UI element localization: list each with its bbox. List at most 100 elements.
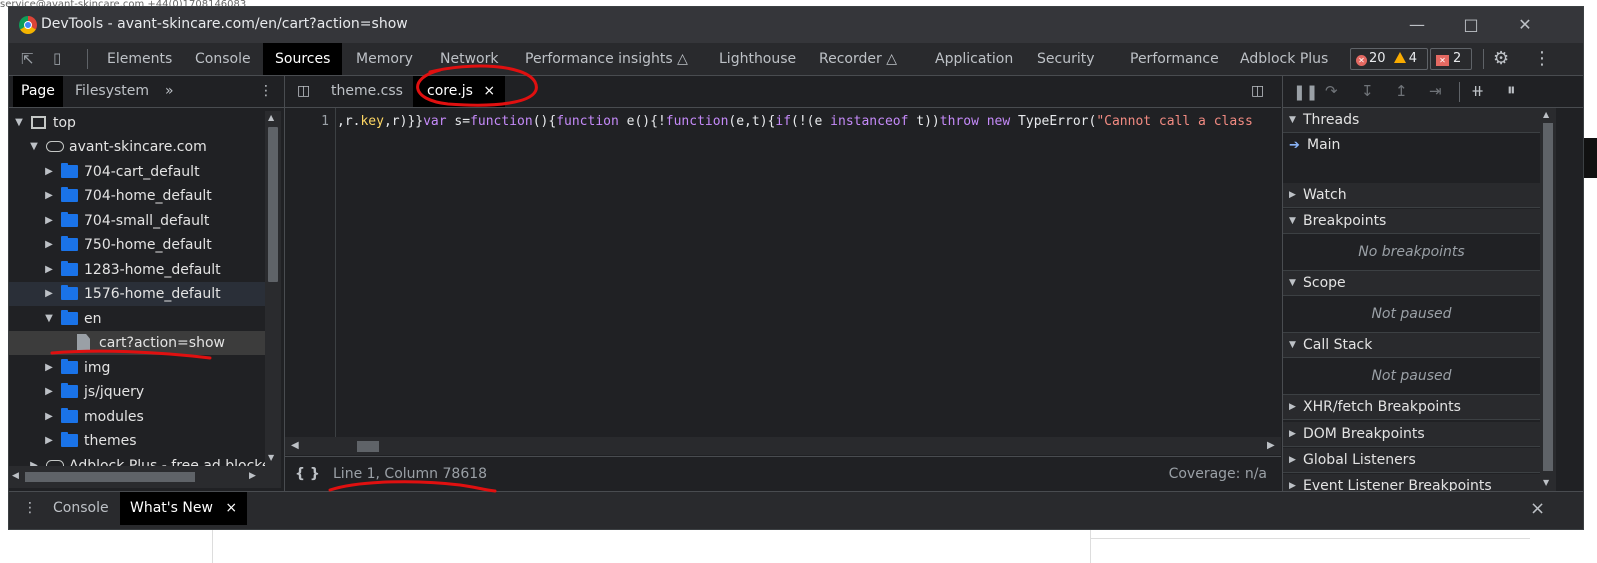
collapsed-arrow-icon[interactable]: ▶ [44,258,54,282]
collapsed-arrow-icon[interactable]: ▶ [44,282,54,306]
navigator-horizontal-scrollbar[interactable]: ◀ ▶ [9,466,281,488]
navigator-menu-icon[interactable]: ⋮ [259,76,273,107]
tab-security[interactable]: Security [1037,43,1095,75]
maximize-button[interactable]: □ [1459,13,1483,37]
collapsed-arrow-icon[interactable]: ▶ [44,356,54,380]
expanded-arrow-icon[interactable]: ▼ [44,307,54,331]
close-tab-icon[interactable]: × [483,83,495,99]
close-drawer-icon[interactable]: × [1530,492,1545,525]
thread-main[interactable]: ➔ Main [1283,133,1540,158]
tree-item-file-selected[interactable]: cart?action=show [9,331,265,355]
collapsed-arrow-icon[interactable]: ▶ [44,209,54,233]
navigator-vertical-scrollbar[interactable]: ▲ ▼ [265,111,281,466]
inspect-element-icon[interactable]: ⇱ [21,50,34,68]
more-tabs-icon[interactable]: » [165,76,174,107]
tab-page[interactable]: Page [13,76,63,107]
code-line[interactable]: ,r.key,r)}}var s=function(){function e()… [337,114,1277,129]
tab-recorder[interactable]: Recorder △ [819,43,897,75]
device-toolbar-icon[interactable]: ▯ [53,49,61,67]
tab-filesystem[interactable]: Filesystem [75,76,149,107]
tree-item-folder[interactable]: ▶ js/jquery [9,380,265,404]
editor-tab-theme-css[interactable]: theme.css [331,76,403,107]
collapsed-arrow-icon[interactable]: ▶ [44,405,54,429]
tree-item-folder[interactable]: ▶ 704-small_default [9,209,265,233]
scrollbar-thumb[interactable] [1543,123,1553,471]
step-out-icon[interactable]: ↥ [1395,82,1408,100]
tree-item-folder-en[interactable]: ▼ en [9,307,265,331]
collapsed-arrow-icon[interactable]: ▶ [44,160,54,184]
collapsed-arrow-icon[interactable]: ▶ [44,429,54,453]
tab-memory[interactable]: Memory [356,43,413,75]
scrollbar-thumb[interactable] [25,472,195,482]
scroll-up-icon[interactable]: ▲ [1543,110,1549,119]
tree-item-folder[interactable]: ▶ 750-home_default [9,233,265,257]
global-listeners-header[interactable]: ▶ Global Listeners [1283,448,1540,473]
tree-item-folder[interactable]: ▶ modules [9,405,265,429]
toggle-debugger-icon[interactable]: ◫ [1251,83,1264,99]
tree-item-folder[interactable]: ▶ 704-home_default [9,184,265,208]
tree-item-extension[interactable]: ▶ Adblock Plus - free ad blocker [9,454,265,466]
scroll-up-icon[interactable]: ▲ [268,113,274,122]
pretty-print-icon[interactable]: { } [295,457,320,491]
scroll-right-icon[interactable]: ▶ [1267,440,1275,451]
step-over-icon[interactable]: ↷ [1325,82,1338,100]
toggle-navigator-icon[interactable]: ◫ [297,83,310,99]
step-icon[interactable]: ⇥ [1429,82,1442,100]
scroll-down-icon[interactable]: ▼ [268,453,274,462]
event-listener-breakpoints-header[interactable]: ▶ Event Listener Breakpoints [1283,474,1540,491]
tab-console[interactable]: Console [195,43,251,75]
tab-sources[interactable]: Sources [263,43,343,75]
scroll-left-icon[interactable]: ◀ [291,440,299,451]
collapsed-arrow-icon[interactable]: ▶ [44,233,54,257]
minimize-button[interactable]: — [1405,13,1429,37]
tab-performance[interactable]: Performance [1130,43,1219,75]
scroll-down-icon[interactable]: ▼ [1543,478,1549,487]
tab-elements[interactable]: Elements [107,43,172,75]
deactivate-breakpoints-icon[interactable]: ⧺ [1471,81,1484,100]
tree-item-folder[interactable]: ▶ 1576-home_default [9,282,265,306]
threads-header[interactable]: ▼ Threads [1283,108,1540,133]
scope-header[interactable]: ▼ Scope [1283,271,1540,296]
breakpoints-header[interactable]: ▼ Breakpoints [1283,209,1540,234]
expanded-arrow-icon[interactable]: ▼ [29,135,39,159]
collapsed-arrow-icon[interactable]: ▶ [44,184,54,208]
coverage-status[interactable]: Coverage: n/a [1169,457,1267,491]
editor-tab-core-js[interactable]: core.js × [413,76,506,107]
tab-adblock-plus[interactable]: Adblock Plus [1240,43,1328,75]
scrollbar-thumb[interactable] [357,441,379,452]
scrollbar-thumb[interactable] [268,127,278,282]
watch-header[interactable]: ▶ Watch [1283,183,1540,208]
tree-item-folder[interactable]: ▶ 704-cart_default [9,160,265,184]
collapsed-arrow-icon[interactable]: ▶ [29,454,39,466]
drawer-menu-icon[interactable]: ⋮ [23,492,37,525]
more-options-icon[interactable]: ⋮ [1533,48,1551,69]
expanded-arrow-icon[interactable]: ▼ [14,111,24,135]
collapsed-arrow-icon[interactable]: ▶ [44,380,54,404]
pause-icon[interactable]: ❚❚ [1293,83,1318,101]
tree-item-folder[interactable]: ▶ themes [9,429,265,453]
tree-item-folder[interactable]: ▶ 1283-home_default [9,258,265,282]
editor-horizontal-scrollbar[interactable]: ◀ ▶ [285,437,1281,455]
tree-item-domain[interactable]: ▼ avant-skincare.com [9,135,265,159]
pause-on-exceptions-icon[interactable]: ⏸ [1507,80,1516,100]
drawer-tab-console[interactable]: Console [53,492,109,525]
tab-application[interactable]: Application [935,43,1013,75]
tab-lighthouse[interactable]: Lighthouse [719,43,796,75]
dom-breakpoints-header[interactable]: ▶ DOM Breakpoints [1283,422,1540,447]
call-stack-header[interactable]: ▼ Call Stack [1283,333,1540,358]
close-tab-icon[interactable]: × [225,500,237,516]
tab-performance-insights[interactable]: Performance insights △ [525,43,688,75]
drawer-tab-whats-new[interactable]: What's New × [120,492,248,525]
error-warning-counter[interactable]: ✕ 20 4 [1350,48,1428,70]
debugger-vertical-scrollbar[interactable]: ▲ ▼ [1540,108,1556,491]
step-into-icon[interactable]: ↧ [1361,82,1374,100]
close-window-button[interactable]: ✕ [1513,13,1537,37]
scroll-left-icon[interactable]: ◀ [12,471,19,481]
tree-item-folder[interactable]: ▶ img [9,356,265,380]
tab-network[interactable]: Network [440,43,498,75]
tree-item-top[interactable]: ▼ top [9,111,265,135]
issues-counter[interactable]: ✕ 2 [1430,48,1472,70]
gear-icon[interactable]: ⚙ [1493,48,1509,69]
xhr-breakpoints-header[interactable]: ▶ XHR/fetch Breakpoints [1283,395,1540,420]
scroll-right-icon[interactable]: ▶ [249,471,256,481]
